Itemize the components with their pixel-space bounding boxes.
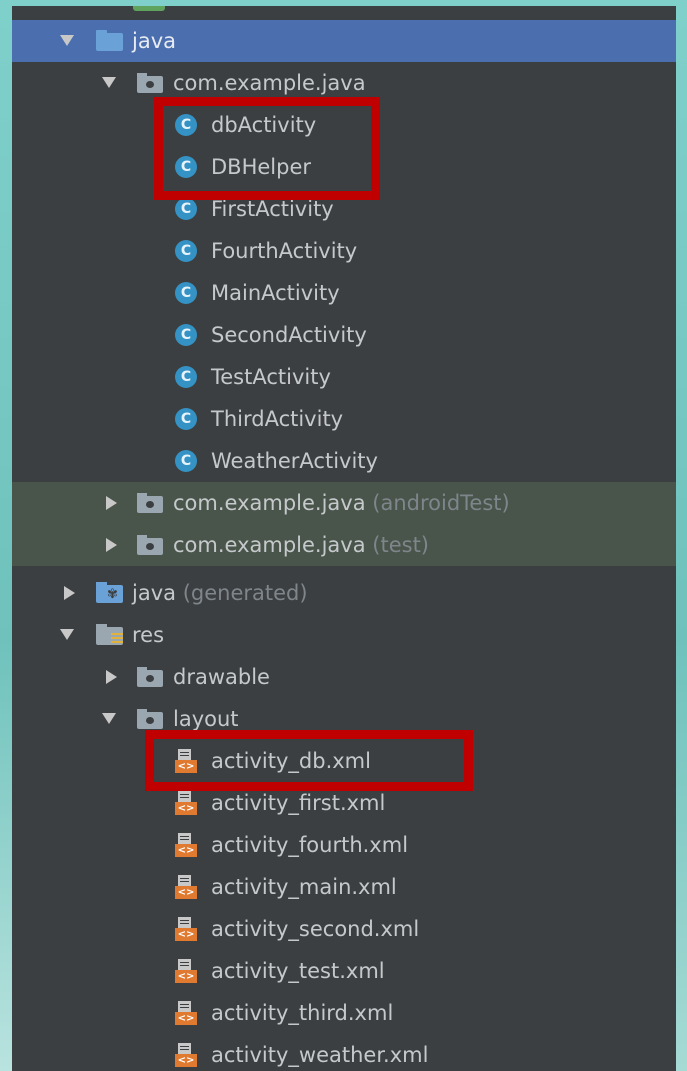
package-icon: [137, 493, 163, 513]
collapse-arrow-icon[interactable]: [106, 496, 117, 510]
tree-node-label: drawable: [173, 665, 270, 689]
tree-node-package-androidtest[interactable]: com.example.java (androidTest): [12, 482, 676, 524]
tree-node-drawable[interactable]: drawable: [12, 656, 676, 698]
tree-node-class[interactable]: C ThirdActivity: [12, 398, 676, 440]
xml-file-icon: <>: [175, 1043, 197, 1067]
tree-node-label: ThirdActivity: [211, 407, 344, 431]
tree-node-label: com.example.java (test): [173, 533, 429, 557]
tree-node-class[interactable]: C MainActivity: [12, 272, 676, 314]
resource-folder-icon: [96, 624, 123, 645]
xml-file-icon: <>: [175, 833, 197, 857]
tree-node-label: WeatherActivity: [211, 449, 378, 473]
project-tree-panel: java com.example.java C dbActivity C DBH…: [12, 6, 676, 1071]
class-icon: C: [175, 366, 197, 388]
class-icon: C: [175, 408, 197, 430]
expand-arrow-icon[interactable]: [60, 629, 74, 640]
class-icon: C: [175, 324, 197, 346]
tree-node-class[interactable]: C WeatherActivity: [12, 440, 676, 482]
tree-node-class[interactable]: C FourthActivity: [12, 230, 676, 272]
tree-node-xml-file[interactable]: <> activity_main.xml: [12, 866, 676, 908]
background-left: [0, 0, 12, 1071]
tree-node-label: FourthActivity: [211, 239, 358, 263]
folder-icon: [137, 709, 163, 729]
highlight-box-classes: [154, 97, 380, 200]
expand-arrow-icon[interactable]: [60, 35, 74, 46]
tree-node-package-test[interactable]: com.example.java (test): [12, 524, 676, 566]
xml-file-icon: <>: [175, 1001, 197, 1025]
class-icon: C: [175, 450, 197, 472]
xml-file-icon: <>: [175, 791, 197, 815]
tree-node-label: activity_third.xml: [211, 1001, 394, 1025]
tree-node-class[interactable]: C SecondActivity: [12, 314, 676, 356]
highlight-box-layout-file: [145, 730, 473, 791]
tree-node-java[interactable]: java: [12, 20, 676, 62]
tree-node-res[interactable]: res: [12, 614, 676, 656]
tree-node-label: com.example.java (androidTest): [173, 491, 510, 515]
collapse-arrow-icon[interactable]: [106, 670, 117, 684]
tree-node-suffix: (test): [372, 533, 429, 557]
package-icon: [137, 73, 163, 93]
folder-icon: [137, 667, 163, 687]
tree-node-xml-file[interactable]: <> activity_third.xml: [12, 992, 676, 1034]
expand-arrow-icon[interactable]: [102, 713, 116, 724]
class-icon: C: [175, 282, 197, 304]
tree-node-label: SecondActivity: [211, 323, 367, 347]
partial-icon-top: [133, 6, 165, 11]
tree-node-label: activity_weather.xml: [211, 1043, 429, 1067]
collapse-arrow-icon[interactable]: [106, 538, 117, 552]
tree-node-xml-file[interactable]: <> activity_test.xml: [12, 950, 676, 992]
tree-node-label: activity_fourth.xml: [211, 833, 409, 857]
tree-node-class[interactable]: C TestActivity: [12, 356, 676, 398]
xml-file-icon: <>: [175, 959, 197, 983]
expand-arrow-icon[interactable]: [102, 77, 116, 88]
xml-file-icon: <>: [175, 875, 197, 899]
source-folder-icon: [96, 30, 123, 51]
xml-file-icon: <>: [175, 917, 197, 941]
tree-node-label: java: [132, 29, 176, 53]
tree-node-suffix: (androidTest): [372, 491, 510, 515]
tree-node-label: MainActivity: [211, 281, 340, 305]
tree-node-xml-file[interactable]: <> activity_weather.xml: [12, 1034, 676, 1071]
collapse-arrow-icon[interactable]: [64, 586, 75, 600]
package-icon: [137, 535, 163, 555]
tree-node-xml-file[interactable]: <> activity_fourth.xml: [12, 824, 676, 866]
background-right: [676, 0, 687, 1071]
tree-node-label: activity_second.xml: [211, 917, 420, 941]
tree-node-xml-file[interactable]: <> activity_second.xml: [12, 908, 676, 950]
tree-node-label: res: [132, 623, 165, 647]
tree-node-label: activity_main.xml: [211, 875, 397, 899]
tree-node-suffix: (generated): [182, 581, 308, 605]
tree-node-java-generated[interactable]: java (generated): [12, 572, 676, 614]
generated-folder-icon: [96, 582, 123, 603]
class-icon: C: [175, 240, 197, 262]
tree-node-label: java (generated): [132, 581, 308, 605]
tree-node-label: TestActivity: [211, 365, 331, 389]
tree-node-label: activity_test.xml: [211, 959, 385, 983]
class-icon: C: [175, 198, 197, 220]
